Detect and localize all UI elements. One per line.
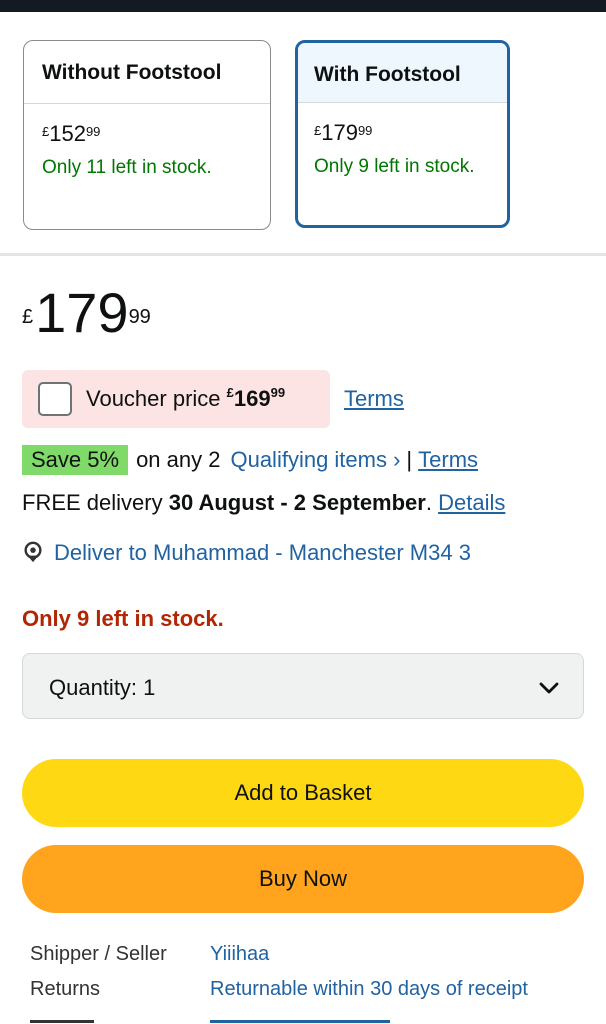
product-price: £17999 xyxy=(22,281,151,344)
seller-link[interactable]: Yiiihaa xyxy=(210,943,269,965)
qualifying-items-link[interactable]: Qualifying items › xyxy=(230,447,400,472)
info-key: Shipper / Seller xyxy=(30,943,167,965)
promo-terms-link[interactable]: Terms xyxy=(418,447,478,472)
promo-text: on any 2 xyxy=(136,447,221,472)
chevron-down-icon xyxy=(539,682,559,694)
quantity-select[interactable]: Quantity: 1 xyxy=(22,653,584,719)
location-pin-icon xyxy=(24,541,42,563)
cropped-row-text xyxy=(30,1016,94,1024)
returns-link[interactable]: Returnable within 30 days of receipt xyxy=(210,978,528,1000)
variant-stock: Only 11 left in stock. xyxy=(42,157,212,178)
delivery-info: FREE delivery 30 August - 2 September. D… xyxy=(22,490,506,515)
info-key: Returns xyxy=(30,978,101,1000)
save-badge: Save 5% xyxy=(22,445,129,475)
promo-separator: | xyxy=(406,447,413,472)
variant-stock: Only 9 left in stock. xyxy=(314,156,475,177)
promo-row: Save 5% on any 2 Qualifying items › | Terms xyxy=(22,444,478,476)
deliver-to-link[interactable]: Deliver to Muhammad - Manchester M34 3 xyxy=(22,540,471,566)
add-to-basket-button[interactable]: Add to Basket xyxy=(22,759,584,827)
variant-option-without-footstool[interactable]: Without Footstool £15299 Only 11 left in… xyxy=(23,40,271,230)
variant-price: £15299 xyxy=(42,121,101,146)
buy-now-button[interactable]: Buy Now xyxy=(22,845,584,913)
cropped-row-link xyxy=(210,1016,390,1024)
variant-name: Without Footstool xyxy=(24,41,270,104)
voucher-checkbox[interactable] xyxy=(38,382,72,416)
voucher-text: Voucher price £16999 xyxy=(86,385,286,411)
stock-status: Only 9 left in stock. xyxy=(22,606,224,631)
variant-price: £17999 xyxy=(314,120,373,145)
variant-name: With Footstool xyxy=(298,43,507,103)
voucher-terms-link[interactable]: Terms xyxy=(344,386,404,412)
variant-selector: Without Footstool £15299 Only 11 left in… xyxy=(0,12,606,256)
quantity-label: Quantity: 1 xyxy=(49,675,156,700)
top-bar xyxy=(0,0,606,12)
variant-option-with-footstool[interactable]: With Footstool £17999 Only 9 left in sto… xyxy=(295,40,510,228)
info-row-shipper: Shipper / Seller Yiiihaa xyxy=(30,943,269,966)
info-row-returns: Returns Returnable within 30 days of rece… xyxy=(30,978,528,1001)
voucher-box: Voucher price £16999 xyxy=(22,370,330,428)
delivery-details-link[interactable]: Details xyxy=(438,490,505,515)
